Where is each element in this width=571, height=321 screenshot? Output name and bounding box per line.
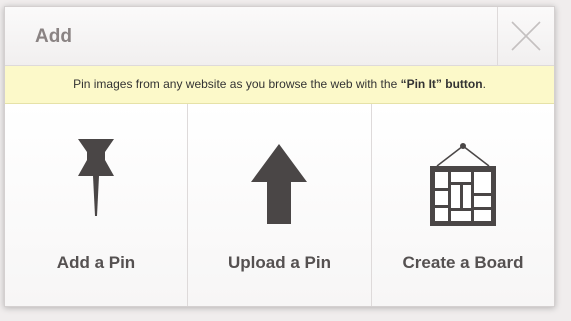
pin-it-notice: Pin images from any website as you brows… (5, 66, 554, 104)
upload-arrow-icon (251, 144, 307, 224)
notice-text: Pin images from any website as you brows… (73, 77, 401, 91)
dialog-header: Add (5, 7, 554, 66)
add-dialog: Add Pin images from any website as you b… (4, 6, 555, 307)
add-a-pin-label: Add a Pin (56, 253, 136, 272)
upload-a-pin-option[interactable]: Upload a Pin (187, 104, 371, 306)
pin-it-button-link[interactable]: “Pin It” button (401, 77, 483, 91)
board-frame-icon (430, 143, 496, 226)
notice-period: . (482, 77, 486, 91)
add-a-pin-option[interactable]: Add a Pin (5, 104, 187, 306)
dialog-title: Add (35, 26, 72, 47)
close-icon (511, 21, 541, 51)
upload-a-pin-label: Upload a Pin (228, 253, 331, 272)
create-a-board-label: Create a Board (402, 253, 524, 272)
create-a-board-option[interactable]: Create a Board (371, 104, 554, 306)
pushpin-icon (78, 139, 114, 216)
close-button[interactable] (497, 7, 555, 65)
add-options: Add a Pin Upload a Pin Create a Board (5, 104, 554, 306)
